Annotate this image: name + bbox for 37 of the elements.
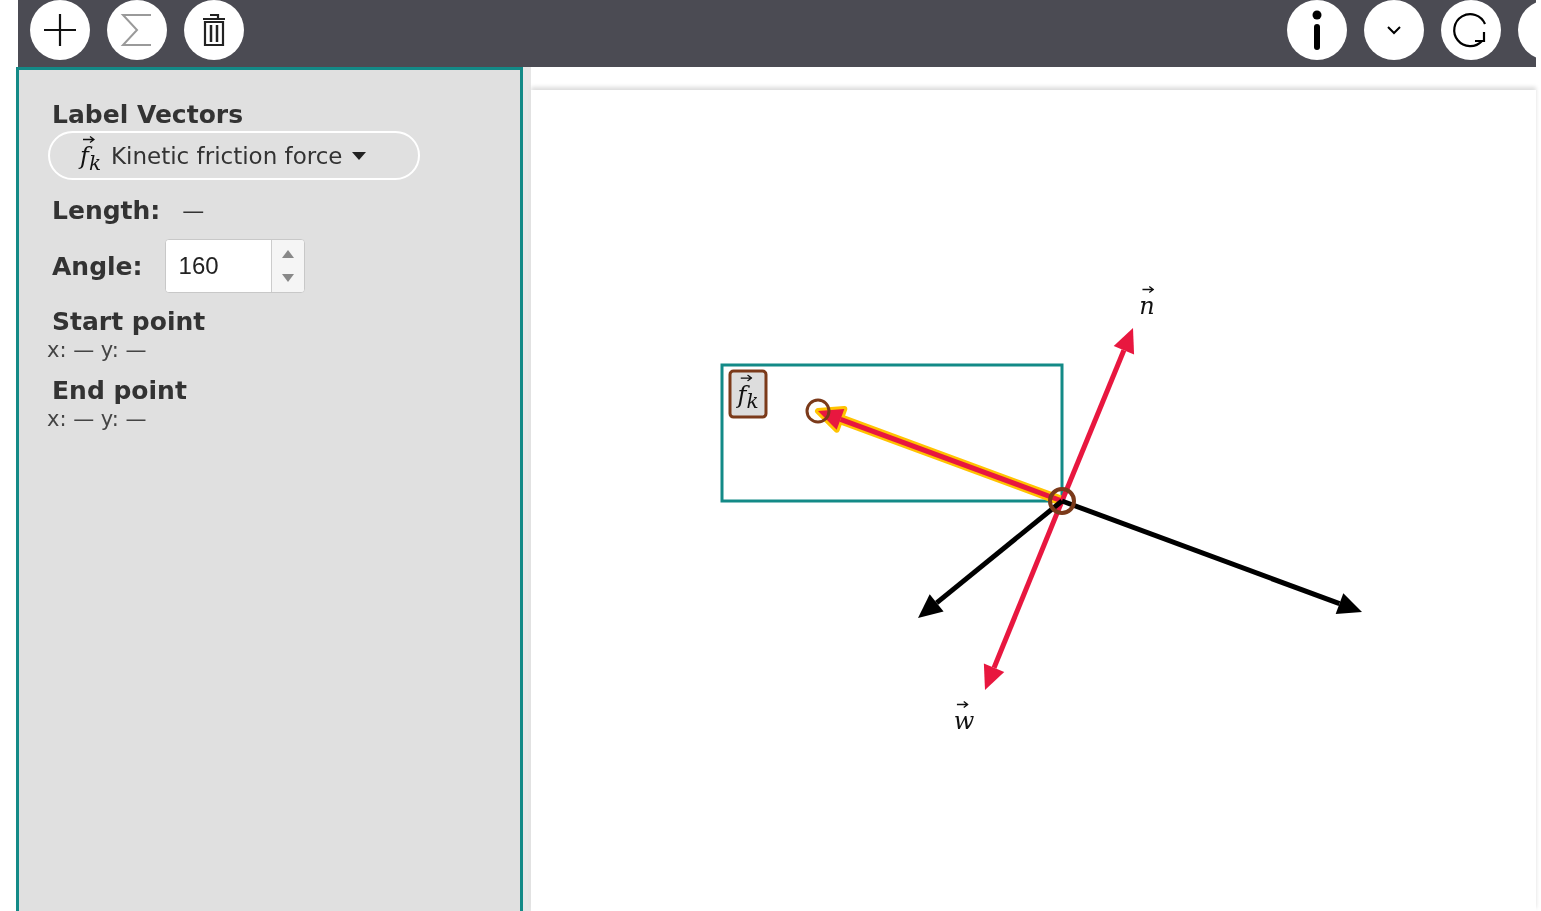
vector-symbol: f$_{k}$ [80,142,101,171]
angle-label: Angle: [52,251,143,281]
vector-arrow[interactable] [918,499,1064,618]
vector-symbol: w [953,707,975,735]
delete-button[interactable] [184,0,244,60]
reset-button[interactable] [1441,0,1501,60]
vector-symbol: f$_{k}$ [737,380,759,409]
length-value: — [182,198,205,223]
sum-button[interactable] [107,0,167,60]
vector-arrow-icon [740,374,753,382]
point-heading: Start point [52,307,207,336]
caret-icon [352,151,367,160]
vector-symbol: n [1139,292,1155,320]
angle-field[interactable]: 160 [164,239,305,293]
vector-arrow-icon [1142,286,1155,293]
info-icon [1312,10,1322,50]
sigma-icon [120,12,154,48]
point-coordinates: x: — y: — [47,338,148,362]
point-coordinates: x: — y: — [47,407,148,431]
plus-icon [43,13,77,47]
vector-arrow-icon [83,136,95,144]
length-label: Length: [52,196,161,225]
add-button[interactable] [30,0,90,60]
vector-arrow[interactable] [1061,498,1362,614]
chevron-down-icon [1387,25,1401,35]
point-heading: End point [52,376,188,405]
start-handle[interactable] [1048,487,1076,515]
vector-dropdown[interactable]: f$_{k}$ Kinetic friction force [48,131,420,180]
down-arrow-icon[interactable] [281,274,294,282]
trash-icon [201,13,227,47]
collapse-button[interactable] [1364,0,1424,60]
up-arrow-icon[interactable] [281,250,294,258]
info-button[interactable] [1287,0,1347,60]
end-handle[interactable] [805,398,831,424]
vector-label-tag[interactable]: f$_{k}$ [728,369,768,419]
panel-title: Label Vectors [52,100,244,129]
vector-arrow-icon [956,701,969,708]
